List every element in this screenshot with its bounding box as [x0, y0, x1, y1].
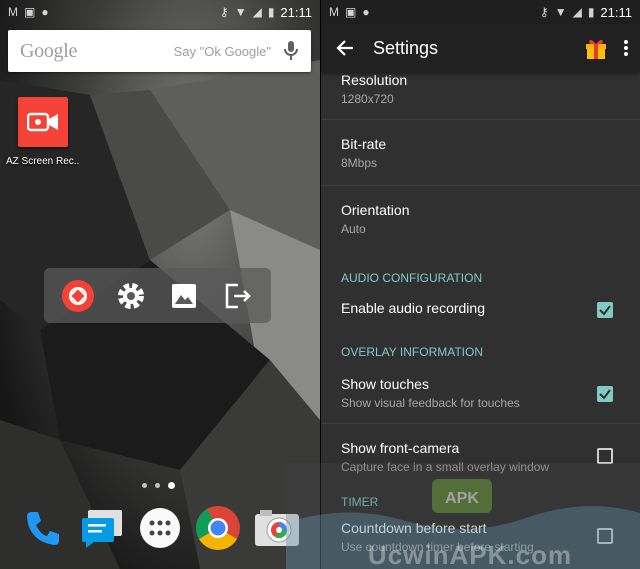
- battery-icon: ▮: [587, 5, 595, 19]
- app-drawer-icon[interactable]: [137, 505, 183, 551]
- section-header-audio: AUDIO CONFIGURATION: [341, 271, 483, 285]
- setting-title: Countdown before start: [341, 520, 487, 536]
- wifi-icon: ▼: [554, 5, 567, 19]
- call-icon: ●: [41, 5, 49, 19]
- home-screen: M ▣ ● ⚷ ▼ ◢ ▮ 21:11 Google Say "Ok Googl…: [0, 0, 320, 569]
- clock: 21:11: [280, 4, 312, 20]
- setting-title: Show front-camera: [341, 440, 460, 456]
- image-icon[interactable]: [166, 278, 202, 314]
- signal-icon: ◢: [252, 5, 262, 19]
- image-notification-icon: ▣: [345, 5, 357, 19]
- floating-control-bar: [44, 268, 271, 323]
- signal-icon: ◢: [572, 5, 582, 19]
- show-touches-checkbox[interactable]: [597, 386, 613, 402]
- front-camera-checkbox[interactable]: [597, 448, 613, 464]
- camera-icon[interactable]: [254, 505, 300, 551]
- overflow-menu-icon[interactable]: [612, 24, 640, 72]
- gmail-icon: M: [8, 5, 18, 19]
- section-header-timer: TIMER: [341, 495, 379, 509]
- phone-icon[interactable]: [20, 505, 66, 551]
- mic-icon[interactable]: [283, 40, 299, 62]
- setting-summary: 1280x720: [341, 92, 394, 106]
- vpn-key-icon: ⚷: [539, 5, 549, 19]
- app-label: AZ Screen Rec..: [6, 156, 80, 167]
- setting-title: Show touches: [341, 376, 429, 392]
- status-bar: M ▣ ● ⚷ ▼ ◢ ▮ 21:11: [321, 0, 640, 24]
- record-icon[interactable]: [60, 278, 96, 314]
- page-title: Settings: [373, 37, 439, 58]
- call-icon: ●: [362, 5, 370, 19]
- gear-icon[interactable]: [113, 278, 149, 314]
- setting-orientation[interactable]: Orientation Auto: [321, 186, 640, 252]
- dock: [0, 505, 320, 551]
- search-hint: Say "Ok Google": [173, 43, 271, 59]
- setting-title: Resolution: [341, 72, 408, 88]
- setting-title: Bit-rate: [341, 136, 387, 152]
- setting-summary: Auto: [341, 222, 366, 236]
- gmail-icon: M: [329, 5, 339, 19]
- video-camera-icon: [27, 112, 58, 132]
- battery-icon: ▮: [267, 5, 275, 19]
- back-arrow-icon[interactable]: [321, 24, 369, 72]
- audio-checkbox[interactable]: [597, 302, 613, 318]
- settings-screen: M ▣ ● ⚷ ▼ ◢ ▮ 21:11 Settings Resolution …: [321, 0, 640, 569]
- setting-show-touches[interactable]: Show touches Show visual feedback for to…: [321, 366, 640, 424]
- clock: 21:11: [600, 4, 632, 20]
- gift-icon[interactable]: [580, 32, 612, 64]
- page-dot-active: [168, 482, 175, 489]
- chrome-icon[interactable]: [195, 505, 241, 551]
- page-dot: [142, 483, 147, 488]
- setting-title: Orientation: [341, 202, 410, 218]
- google-search-bar[interactable]: Google Say "Ok Google": [8, 30, 311, 72]
- page-indicator: [142, 482, 175, 489]
- setting-summary: Show visual feedback for touches: [341, 396, 520, 410]
- setting-summary: 8Mbps: [341, 156, 378, 170]
- google-logo: Google: [20, 39, 78, 62]
- image-notification-icon: ▣: [24, 5, 36, 19]
- section-header-overlay: OVERLAY INFORMATION: [341, 345, 484, 359]
- exit-icon[interactable]: [219, 278, 255, 314]
- setting-title: Enable audio recording: [341, 300, 485, 316]
- status-bar: M ▣ ● ⚷ ▼ ◢ ▮ 21:11: [0, 0, 320, 24]
- vpn-key-icon: ⚷: [219, 5, 229, 19]
- az-screen-recorder-app-icon[interactable]: [18, 97, 68, 147]
- setting-front-camera[interactable]: Show front-camera Capture face in a smal…: [321, 424, 640, 486]
- wifi-icon: ▼: [234, 5, 247, 19]
- toolbar: Settings: [321, 24, 640, 72]
- settings-list: Resolution 1280x720 Bit-rate 8Mbps Orien…: [321, 72, 640, 556]
- setting-summary: Capture face in a small overlay window: [341, 460, 550, 474]
- messages-icon[interactable]: [79, 505, 125, 551]
- setting-resolution[interactable]: Resolution 1280x720: [321, 72, 640, 120]
- setting-bitrate[interactable]: Bit-rate 8Mbps: [321, 120, 640, 186]
- watermark-text: UcwinAPK.com: [367, 540, 573, 569]
- setting-enable-audio[interactable]: Enable audio recording: [321, 292, 640, 332]
- page-dot: [155, 483, 160, 488]
